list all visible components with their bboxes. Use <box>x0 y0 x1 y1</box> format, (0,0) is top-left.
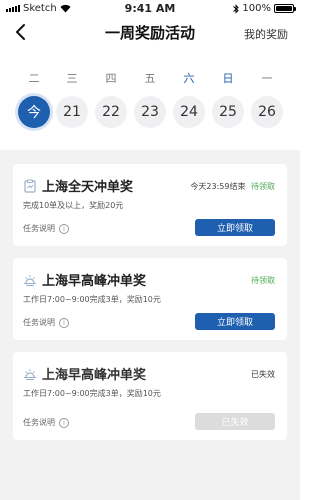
task-header: 上海早高峰冲单奖 <box>23 270 146 289</box>
date-circle[interactable]: 22 <box>95 96 127 128</box>
task-card: 上海早高峰冲单奖 待领取 工作日7:00~9:00完成3单，奖励10元 任务说明… <box>13 258 287 340</box>
task-info-label: 任务说明 <box>23 224 55 233</box>
status-badge: 待领取 <box>251 276 275 285</box>
day-item[interactable]: 三 21 <box>55 72 89 128</box>
task-card: 上海早高峰冲单奖 已失效 工作日7:00~9:00完成3单，奖励10元 任务说明… <box>13 352 287 440</box>
weekday-label: 日 <box>222 72 234 85</box>
weekday-label: 五 <box>144 72 156 85</box>
date-circle[interactable]: 25 <box>212 96 244 128</box>
task-info-label: 任务说明 <box>23 318 55 327</box>
date-circle[interactable]: 26 <box>251 96 283 128</box>
task-description: 完成10单及以上，奖励20元 <box>23 201 124 210</box>
battery-icon <box>274 4 296 13</box>
status-badge: 待领取 <box>251 182 275 191</box>
day-item[interactable]: 一 26 <box>250 72 284 128</box>
task-info-link[interactable]: 任务说明 i <box>23 223 69 234</box>
info-icon: i <box>59 223 69 234</box>
battery-group: 100% <box>233 3 296 14</box>
task-status: 已失效 <box>251 369 275 380</box>
day-item[interactable]: 日 25 <box>211 72 245 128</box>
day-item[interactable]: 六 24 <box>172 72 206 128</box>
task-info-label: 任务说明 <box>23 418 55 427</box>
claim-button[interactable]: 立即领取 <box>195 313 275 330</box>
task-info-link[interactable]: 任务说明 i <box>23 317 69 328</box>
task-header: 上海全天冲单奖 <box>23 176 133 195</box>
claim-button[interactable]: 立即领取 <box>195 219 275 236</box>
task-title: 上海全天冲单奖 <box>42 180 134 195</box>
battery-percent: 100% <box>242 3 271 14</box>
task-deadline: 今天23:59结束 <box>190 182 246 191</box>
weekday-label: 一 <box>261 72 273 85</box>
task-header: 上海早高峰冲单奖 <box>23 364 146 383</box>
sunrise-icon <box>24 368 36 380</box>
date-circle[interactable]: 23 <box>134 96 166 128</box>
task-title: 上海早高峰冲单奖 <box>42 274 147 289</box>
task-card: 上海全天冲单奖 今天23:59结束 待领取 完成10单及以上，奖励20元 任务说… <box>13 164 287 246</box>
back-arrow-icon[interactable] <box>12 22 30 42</box>
bluetooth-icon <box>233 3 240 14</box>
weekday-label: 三 <box>66 72 78 85</box>
day-item[interactable]: 四 22 <box>94 72 128 128</box>
my-rewards-link[interactable]: 我的奖励 <box>244 26 288 42</box>
task-status: 待领取 <box>251 275 275 286</box>
day-item[interactable]: 五 23 <box>133 72 167 128</box>
date-circle[interactable]: 21 <box>56 96 88 128</box>
expired-button: 已失效 <box>195 413 275 430</box>
status-bar: Sketch 9:41 AM 100% <box>0 0 300 18</box>
task-list: 上海全天冲单奖 今天23:59结束 待领取 完成10单及以上，奖励20元 任务说… <box>0 150 300 500</box>
sunrise-icon <box>24 274 36 286</box>
task-info-link[interactable]: 任务说明 i <box>23 417 69 428</box>
weekday-label: 二 <box>28 72 40 85</box>
day-item[interactable]: 二 今 <box>17 72 51 128</box>
date-circle[interactable]: 24 <box>173 96 205 128</box>
week-strip: 二 今 三 21 四 22 五 23 六 24 日 25 一 26 <box>0 72 300 132</box>
clipboard-icon <box>24 179 36 193</box>
date-circle-selected[interactable]: 今 <box>18 96 50 128</box>
task-description: 工作日7:00~9:00完成3单，奖励10元 <box>23 389 161 398</box>
info-icon: i <box>59 317 69 328</box>
weekday-label: 六 <box>183 72 195 85</box>
nav-bar: 一周奖励活动 我的奖励 <box>0 18 300 48</box>
task-status: 今天23:59结束 待领取 <box>190 181 275 192</box>
weekday-label: 四 <box>105 72 117 85</box>
task-title: 上海早高峰冲单奖 <box>42 368 147 383</box>
info-icon: i <box>59 417 69 428</box>
status-badge: 已失效 <box>251 370 275 379</box>
task-description: 工作日7:00~9:00完成3单，奖励10元 <box>23 295 161 304</box>
